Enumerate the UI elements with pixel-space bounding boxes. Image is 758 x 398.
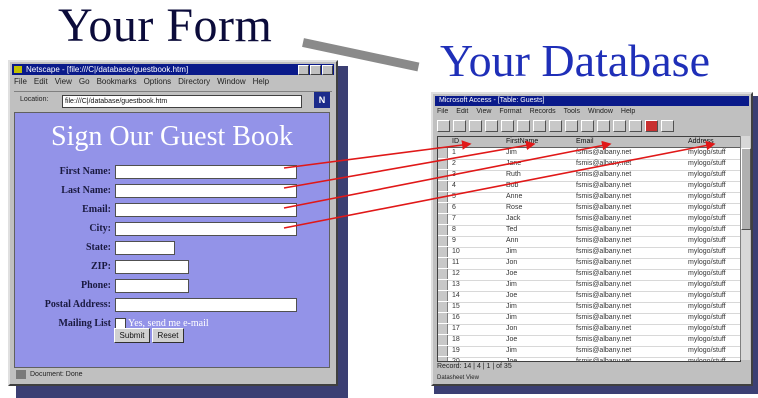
arrow-first-name-to-id xyxy=(283,140,472,169)
arrow-city-to-address xyxy=(283,140,716,229)
arrow-email-to-email xyxy=(283,140,612,209)
field-to-column-arrows xyxy=(283,140,716,229)
